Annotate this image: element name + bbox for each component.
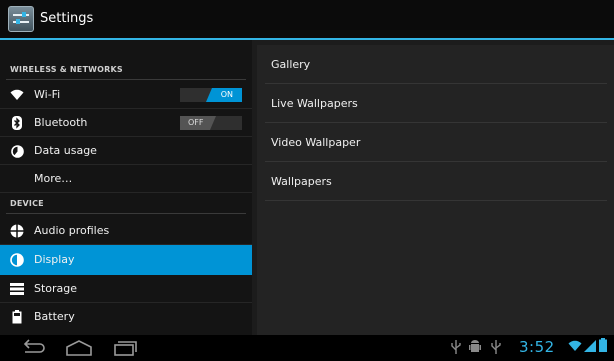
option-label: Live Wallpapers — [271, 97, 358, 110]
page-title: Settings — [40, 11, 94, 26]
header-item-display[interactable]: Display — [0, 245, 252, 275]
battery-status-icon — [599, 338, 607, 356]
header-item-battery[interactable]: Battery — [0, 303, 252, 331]
header-item-bluetooth[interactable]: Bluetooth OFF — [0, 109, 252, 137]
status-clock: 3:52 — [519, 338, 555, 356]
audio-profiles-icon — [10, 224, 24, 238]
option-wallpapers[interactable]: Wallpapers — [257, 162, 607, 201]
back-button[interactable] — [20, 339, 46, 357]
bluetooth-icon — [10, 116, 24, 130]
header-item-storage[interactable]: Storage — [0, 275, 252, 303]
settings-app-icon[interactable] — [8, 6, 34, 32]
option-gallery[interactable]: Gallery — [257, 45, 607, 84]
option-video-wallpaper[interactable]: Video Wallpaper — [257, 123, 607, 162]
cell-signal-icon — [584, 340, 596, 358]
bluetooth-toggle-state: OFF — [188, 118, 204, 127]
section-label: DEVICE — [10, 199, 44, 208]
system-bar: 3:52 — [0, 335, 614, 361]
data-usage-icon — [10, 144, 24, 158]
bluetooth-toggle[interactable]: OFF — [180, 116, 242, 130]
section-label: WIRELESS & NETWORKS — [10, 65, 123, 74]
display-icon — [10, 253, 24, 267]
section-header-wireless: WIRELESS & NETWORKS — [0, 60, 252, 80]
storage-icon — [10, 282, 24, 296]
settings-headers-list: WIRELESS & NETWORKS Wi-Fi ON Bluetooth O… — [0, 40, 252, 335]
header-item-data-usage[interactable]: Data usage — [0, 137, 252, 165]
settings-content: WIRELESS & NETWORKS Wi-Fi ON Bluetooth O… — [0, 40, 614, 335]
usb-icon — [451, 339, 461, 357]
header-item-label: More… — [34, 172, 73, 185]
recent-apps-button[interactable] — [112, 339, 138, 357]
header-item-label: Bluetooth — [34, 116, 88, 129]
header-item-more[interactable]: More… — [0, 165, 252, 193]
header-item-label: Audio profiles — [34, 224, 110, 237]
header-item-wifi[interactable]: Wi-Fi ON — [0, 81, 252, 109]
option-live-wallpapers[interactable]: Live Wallpapers — [257, 84, 607, 123]
header-item-audio-profiles[interactable]: Audio profiles — [0, 217, 252, 245]
header-item-label: Storage — [34, 282, 78, 295]
usb-icon — [491, 339, 501, 357]
wifi-toggle[interactable]: ON — [180, 88, 242, 102]
header-item-label: Data usage — [34, 144, 97, 157]
option-label: Wallpapers — [271, 175, 332, 188]
wifi-toggle-state: ON — [220, 90, 233, 99]
action-bar: Settings — [0, 0, 614, 40]
option-label: Video Wallpaper — [271, 136, 361, 149]
header-item-label: Battery — [34, 310, 75, 323]
display-settings-pane: Gallery Live Wallpapers Video Wallpaper … — [257, 45, 614, 335]
wifi-icon — [10, 88, 24, 102]
home-button[interactable] — [64, 339, 94, 357]
header-item-label: Display — [34, 253, 75, 266]
battery-icon — [10, 310, 24, 324]
option-label: Gallery — [271, 58, 311, 71]
android-debug-icon — [469, 339, 481, 357]
section-header-device: DEVICE — [0, 194, 252, 214]
header-item-label: Wi-Fi — [34, 88, 61, 101]
wifi-signal-icon — [568, 340, 582, 358]
